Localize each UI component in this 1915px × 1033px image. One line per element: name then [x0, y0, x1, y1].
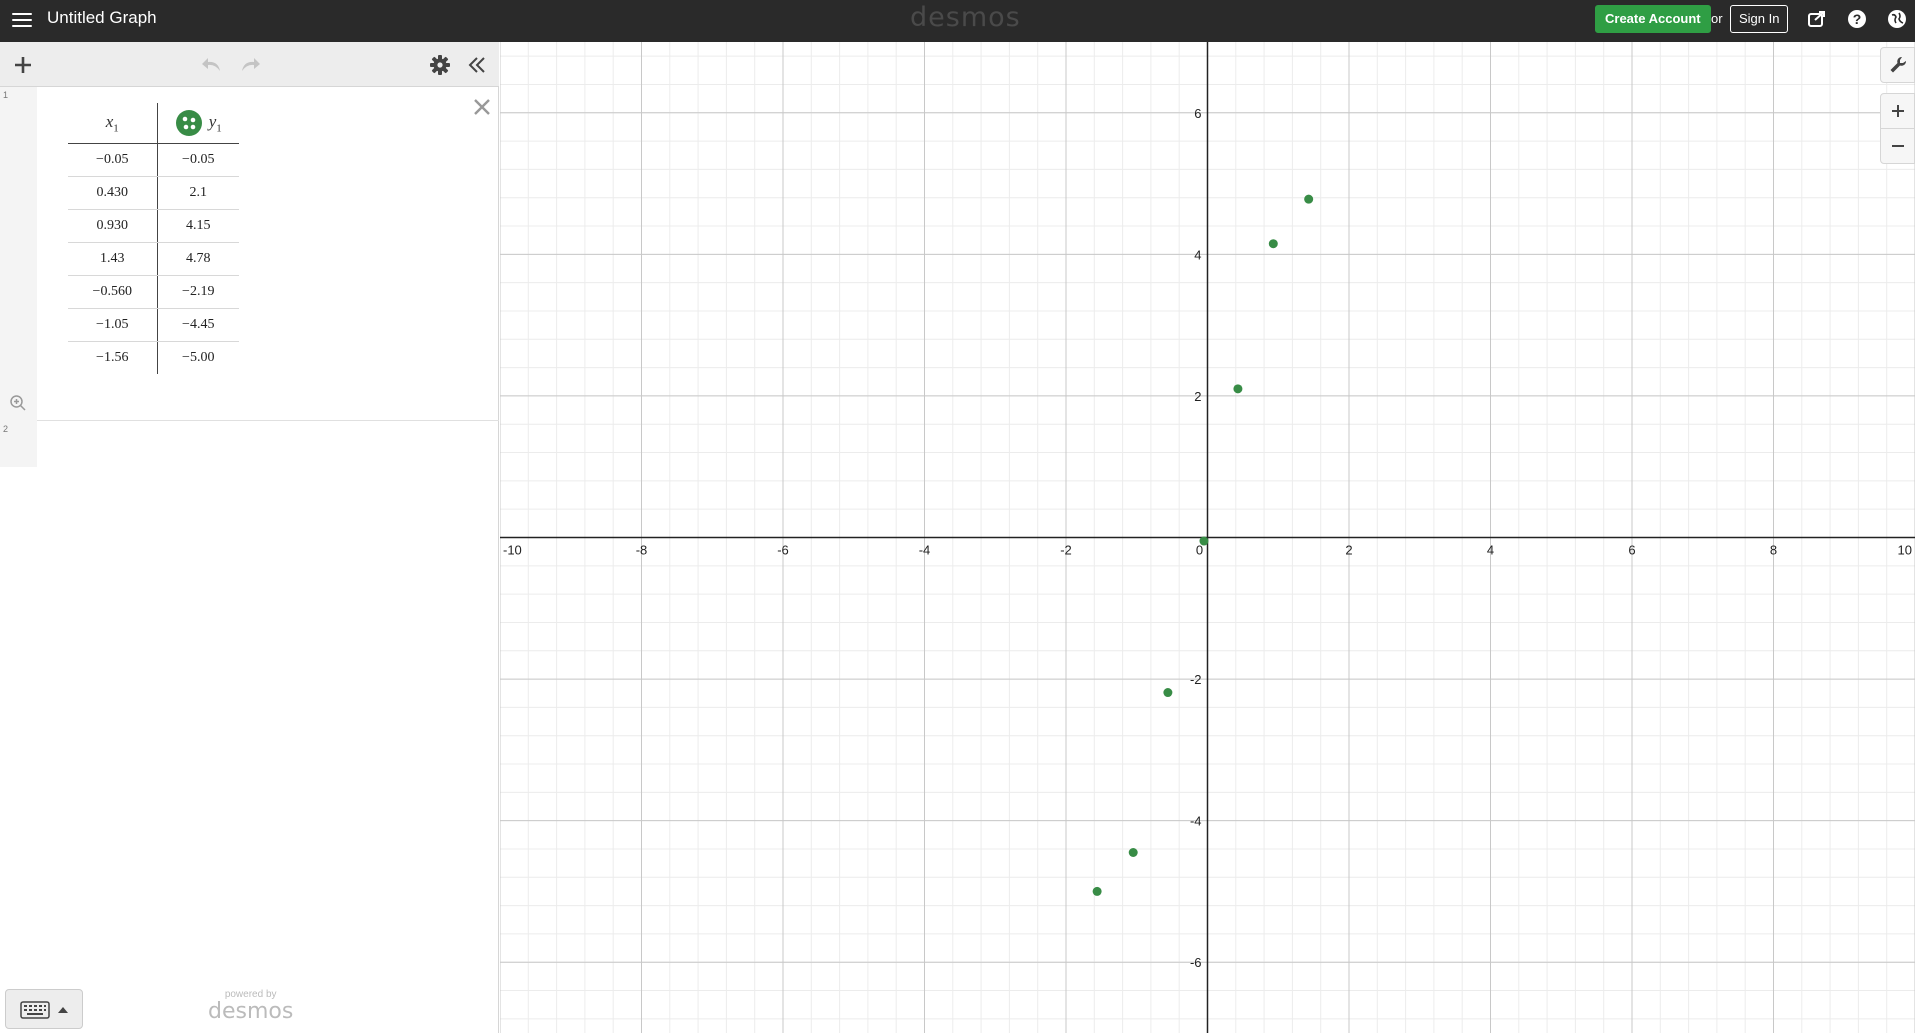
wrench-icon: [1890, 56, 1907, 73]
redo-icon[interactable]: [238, 55, 262, 75]
keyboard-toggle-button[interactable]: [5, 989, 83, 1029]
empty-expression[interactable]: 2: [0, 421, 499, 467]
data-point[interactable]: [1233, 384, 1243, 394]
svg-text:?: ?: [1853, 11, 1862, 27]
table-cell-y[interactable]: 4.78: [157, 242, 239, 276]
share-icon[interactable]: [1806, 8, 1828, 30]
table-expression[interactable]: 1 x1 y1 −0.05 −0.05 0.430 2.1 0.930 4.15…: [0, 87, 499, 421]
help-icon[interactable]: ?: [1846, 8, 1868, 30]
table-cell-y[interactable]: −5.00: [157, 341, 239, 374]
data-table: x1 y1 −0.05 −0.05 0.430 2.1 0.930 4.15 1…: [68, 103, 239, 374]
data-point[interactable]: [1304, 194, 1314, 204]
keyboard-icon: [20, 1001, 50, 1019]
collapse-icon[interactable]: [466, 54, 488, 76]
table-cell-x[interactable]: −0.560: [68, 275, 158, 309]
zoom-out-button[interactable]: [1880, 128, 1915, 164]
zoom-out-icon: [1892, 145, 1904, 147]
x-tick-label: -2: [1060, 543, 1072, 558]
y-tick-label: 2: [1194, 389, 1201, 404]
table-cell-x[interactable]: −0.05: [68, 143, 158, 177]
graph-settings-controls: [1880, 42, 1915, 166]
table-cell-y[interactable]: 4.15: [157, 209, 239, 243]
column-header-x1[interactable]: x1: [68, 103, 158, 144]
x-tick-label: 2: [1345, 543, 1352, 558]
y-tick-label: -4: [1190, 814, 1202, 829]
table-row: 1.43 4.78: [68, 242, 239, 276]
expression-index-column: [0, 87, 37, 421]
x-tick-label: 10: [1898, 543, 1912, 558]
data-point[interactable]: [1268, 239, 1278, 249]
caret-up-icon: [58, 1007, 68, 1013]
data-point[interactable]: [1199, 536, 1209, 546]
zoom-fit-icon[interactable]: [9, 394, 27, 412]
graph-paper[interactable]: -10 -8 -6 -4 -2 0 2 4 6 8 10 6 4 2 -2 -4 -6: [500, 42, 1915, 1033]
or-label: or: [1711, 11, 1723, 26]
close-icon[interactable]: [470, 95, 494, 119]
powered-by-logo: desmos: [208, 999, 294, 1024]
x-tick-label: -10: [503, 543, 522, 558]
menu-icon[interactable]: [12, 9, 32, 33]
data-points: [1092, 194, 1314, 896]
x-tick-label: -6: [777, 543, 789, 558]
table-row: 0.930 4.15: [68, 209, 239, 243]
table-cell-y[interactable]: −4.45: [157, 308, 239, 342]
create-account-button[interactable]: Create Account: [1595, 5, 1711, 33]
table-cell-x[interactable]: −1.56: [68, 341, 158, 374]
table-cell-x[interactable]: 0.430: [68, 176, 158, 210]
graph-title[interactable]: Untitled Graph: [47, 0, 157, 36]
x-tick-label: 6: [1628, 543, 1635, 558]
expression-panel: 1 x1 y1 −0.05 −0.05 0.430 2.1 0.930 4.15…: [0, 42, 499, 1033]
table-cell-x[interactable]: 0.930: [68, 209, 158, 243]
gear-icon[interactable]: [429, 54, 451, 76]
data-point[interactable]: [1092, 886, 1102, 896]
x-tick-label: -8: [636, 543, 648, 558]
data-point[interactable]: [1163, 688, 1173, 698]
y-tick-label: 4: [1194, 247, 1201, 262]
desmos-logo: desmos: [910, 2, 1021, 33]
zoom-in-icon: [1892, 105, 1904, 117]
table-row: −0.05 −0.05: [68, 143, 239, 177]
graph-canvas[interactable]: -10 -8 -6 -4 -2 0 2 4 6 8 10642-2-4-6: [500, 42, 1915, 1033]
x-tick-label: 4: [1487, 543, 1494, 558]
y-tick-label: -2: [1190, 672, 1202, 687]
expression-toolbar: [0, 42, 499, 87]
x-tick-label: 8: [1770, 543, 1777, 558]
column-header-y1[interactable]: y1: [157, 103, 239, 144]
y-tick-label: -6: [1190, 955, 1202, 970]
graph-settings-button[interactable]: [1880, 47, 1915, 83]
axes: [500, 42, 1915, 1033]
globe-icon[interactable]: [1886, 8, 1908, 30]
undo-icon[interactable]: [200, 55, 224, 75]
y-tick-label: 6: [1194, 106, 1201, 121]
table-cell-x[interactable]: 1.43: [68, 242, 158, 276]
table-cell-y[interactable]: 2.1: [157, 176, 239, 210]
plus-icon[interactable]: [12, 54, 34, 76]
zoom-in-button[interactable]: [1880, 93, 1915, 129]
x-tick-label: -4: [919, 543, 931, 558]
sign-in-button[interactable]: Sign In: [1730, 5, 1789, 33]
table-cell-y[interactable]: −0.05: [157, 143, 239, 177]
point-style-icon[interactable]: [175, 109, 203, 137]
data-point[interactable]: [1128, 847, 1138, 857]
table-row: −0.560 −2.19: [68, 275, 239, 309]
expression-index: 2: [3, 424, 9, 434]
expression-index: 1: [3, 90, 9, 100]
table-row: −1.56 −5.00: [68, 341, 239, 374]
table-row: 0.430 2.1: [68, 176, 239, 210]
powered-by-desmos[interactable]: powered by desmos: [208, 989, 293, 1024]
table-row: −1.05 −4.45: [68, 308, 239, 342]
table-cell-y[interactable]: −2.19: [157, 275, 239, 309]
table-cell-x[interactable]: −1.05: [68, 308, 158, 342]
top-bar: Untitled Graph desmos Create Account or …: [0, 0, 1915, 42]
